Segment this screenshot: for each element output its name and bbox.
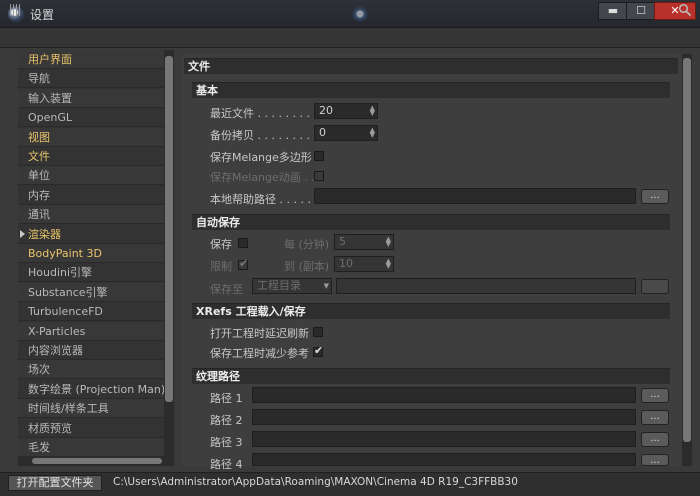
tree-item[interactable]: 用户界面 xyxy=(18,50,164,69)
tree-item[interactable]: 导航 xyxy=(18,69,164,89)
autosave-save-label: 保存 xyxy=(210,238,232,251)
panel-scroll-thumb[interactable] xyxy=(683,58,691,442)
search-icon[interactable] xyxy=(678,3,692,17)
path-4-label: 路径 4 xyxy=(210,458,243,471)
stepper-icon[interactable]: ▲ ▼ xyxy=(370,105,375,117)
copies-value: 10 xyxy=(339,257,353,270)
group-basic-title: 基本 xyxy=(192,82,670,98)
app-dot-icon xyxy=(352,6,368,22)
tree-item[interactable]: 材质预览 xyxy=(18,419,164,438)
save-at-path-field[interactable] xyxy=(336,278,636,294)
tree-item[interactable]: BodyPaint 3D xyxy=(18,244,164,263)
expand-arrow-icon[interactable] xyxy=(20,230,25,238)
reduce-ref-label: 保存工程时减少参考 xyxy=(210,347,309,360)
tree-hscroll-thumb[interactable] xyxy=(32,458,162,464)
title-bar xyxy=(0,0,700,28)
tree-item[interactable]: 视图 xyxy=(18,127,164,147)
path-2-browse-button[interactable]: ... xyxy=(641,410,669,425)
path-3-field[interactable] xyxy=(252,431,636,447)
tree-item[interactable]: 毛发 xyxy=(18,438,164,456)
group-autosave-title: 自动保存 xyxy=(192,214,670,230)
tree-item[interactable]: 内存 xyxy=(18,186,164,205)
save-at-browse-button[interactable] xyxy=(641,279,669,294)
delay-refresh-checkbox[interactable] xyxy=(313,327,323,337)
path-4-browse-button[interactable]: ... xyxy=(641,454,669,466)
open-config-folder-button[interactable]: 打开配置文件夹 xyxy=(8,475,102,491)
save-at-value: 工程目录 xyxy=(257,279,301,292)
tree-item[interactable]: 单位 xyxy=(18,166,164,186)
grip-icon[interactable] xyxy=(10,4,20,16)
tree-item[interactable]: Substance引擎 xyxy=(18,282,164,302)
path-2-label: 路径 2 xyxy=(210,414,243,427)
reduce-ref-checkbox[interactable] xyxy=(313,344,323,357)
save-at-label: 保存至 xyxy=(210,283,243,296)
window-title: 设置 xyxy=(30,8,55,22)
path-3-browse-button[interactable]: ... xyxy=(641,432,669,447)
tree-item[interactable]: 通讯 xyxy=(18,205,164,225)
recent-files-value: 20 xyxy=(319,104,333,117)
local-help-field[interactable] xyxy=(314,188,636,204)
tree-item[interactable]: TurbulenceFD xyxy=(18,302,164,322)
toolbar xyxy=(0,28,700,48)
tree-item[interactable]: 内容浏览器 xyxy=(18,341,164,360)
tree-item[interactable]: OpenGL xyxy=(18,108,164,128)
path-1-label: 路径 1 xyxy=(210,392,243,405)
copies-field[interactable]: 10 ▲ ▼ xyxy=(334,256,394,272)
path-1-field[interactable] xyxy=(252,387,636,403)
copies-label: 到 (副本) xyxy=(284,260,330,273)
minimize-button[interactable]: ▬ xyxy=(598,2,628,20)
path-3-label: 路径 3 xyxy=(210,436,243,449)
section-file-title: 文件 xyxy=(184,58,678,74)
dropdown-arrow-icon: ▼ xyxy=(323,282,329,290)
autosave-checkbox[interactable] xyxy=(238,238,248,248)
limit-checkbox[interactable] xyxy=(238,257,248,270)
recent-files-field[interactable]: 20 ▲ ▼ xyxy=(314,103,378,119)
save-melange-anim-label: 保存Melange动画 . . . xyxy=(210,171,322,184)
stepper-icon[interactable]: ▲ ▼ xyxy=(386,258,391,270)
stepper-icon[interactable]: ▲ ▼ xyxy=(370,127,375,139)
config-path-text: C:\Users\Administrator\AppData\Roaming\M… xyxy=(113,476,518,488)
stepper-icon[interactable]: ▲ ▼ xyxy=(386,236,391,248)
limit-label: 限制 xyxy=(210,260,232,273)
group-xrefs-title: XRefs 工程载入/保存 xyxy=(192,303,670,319)
tree-item[interactable]: 时间线/样条工具 xyxy=(18,399,164,419)
path-4-field[interactable] xyxy=(252,453,636,466)
tree-item[interactable]: Houdini引擎 xyxy=(18,263,164,283)
tree-scroll-thumb[interactable] xyxy=(165,56,173,402)
tree-item[interactable]: X-Particles xyxy=(18,321,164,341)
tree-item[interactable]: 数字绘景 (Projection Man) xyxy=(18,380,164,399)
local-help-browse-button[interactable]: ... xyxy=(641,189,669,204)
every-min-value: 5 xyxy=(339,235,346,248)
recent-files-label: 最近文件 . . . . . . . . . . xyxy=(210,107,324,120)
tree-item[interactable]: 场次 xyxy=(18,360,164,380)
backup-field[interactable]: 0 ▲ ▼ xyxy=(314,125,378,141)
every-min-field[interactable]: 5 ▲ ▼ xyxy=(334,234,394,250)
save-at-dropdown[interactable]: 工程目录 ▼ xyxy=(252,278,332,294)
tree-item[interactable]: 渲染器 xyxy=(18,225,164,244)
settings-tree: 用户界面 导航 输入装置 OpenGL 视图 文件 单位 内存 通讯 渲染器 BodyPaint 3… xyxy=(18,50,164,456)
tree-item[interactable]: 文件 xyxy=(18,147,164,166)
every-min-label: 每 (分钟) xyxy=(284,238,330,251)
save-melange-poly-checkbox[interactable] xyxy=(314,151,324,161)
maximize-button[interactable]: ☐ xyxy=(626,2,656,20)
path-1-browse-button[interactable]: ... xyxy=(641,388,669,403)
local-help-label: 本地帮助路径 . . . . . xyxy=(210,193,311,206)
backup-label: 备份拷贝 . . . . . . . . . . xyxy=(210,129,324,142)
backup-value: 0 xyxy=(319,126,326,139)
group-texture-paths-title: 纹理路径 xyxy=(192,368,670,384)
tree-item[interactable]: 输入装置 xyxy=(18,88,164,108)
delay-refresh-label: 打开工程时延迟刷新 xyxy=(210,327,309,340)
path-2-field[interactable] xyxy=(252,409,636,425)
save-melange-poly-label: 保存Melange多边形 xyxy=(210,151,312,164)
save-melange-anim-checkbox[interactable] xyxy=(314,171,324,181)
